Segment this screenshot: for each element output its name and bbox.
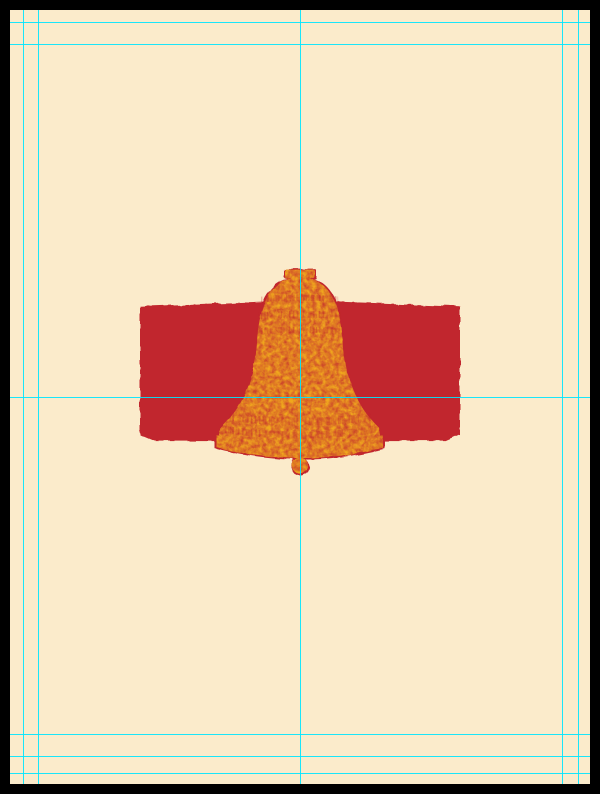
guide-horizontal[interactable] xyxy=(10,773,590,774)
bell-icon xyxy=(185,263,415,493)
guide-vertical[interactable] xyxy=(578,10,579,784)
guide-vertical[interactable] xyxy=(562,10,563,784)
guide-horizontal[interactable] xyxy=(10,22,590,23)
design-workspace xyxy=(0,0,600,794)
guide-horizontal[interactable] xyxy=(10,756,590,757)
guide-horizontal[interactable] xyxy=(10,734,590,735)
document-canvas[interactable] xyxy=(10,10,590,784)
bell-emblem xyxy=(140,263,460,503)
guide-vertical[interactable] xyxy=(23,10,24,784)
guide-horizontal[interactable] xyxy=(10,44,590,45)
guide-vertical[interactable] xyxy=(38,10,39,784)
